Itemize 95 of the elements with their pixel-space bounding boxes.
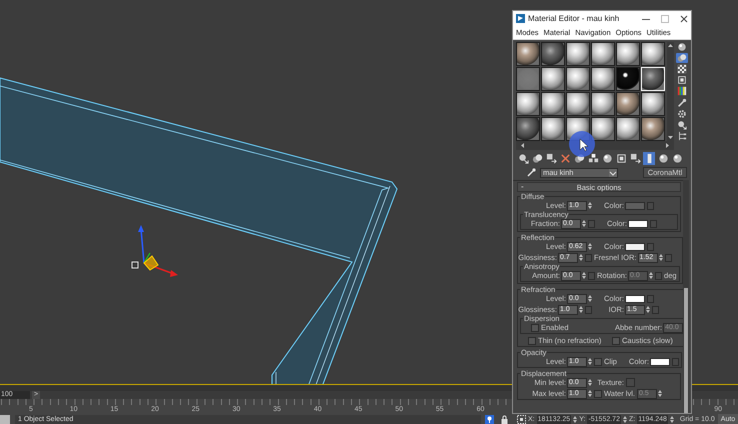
spinner-arrows-icon[interactable] xyxy=(579,305,583,314)
gear-button[interactable] xyxy=(676,108,688,119)
right-arrow-icon[interactable] xyxy=(664,141,671,150)
color-swatch[interactable] xyxy=(650,358,670,366)
spinner-arrows-icon[interactable] xyxy=(588,378,592,387)
spinner-arrows-icon[interactable] xyxy=(658,253,663,262)
app-icon xyxy=(516,14,525,23)
x-button[interactable] xyxy=(559,152,571,165)
color-swatch[interactable] xyxy=(625,202,645,210)
box-arrow-button[interactable] xyxy=(545,152,557,165)
material-slot[interactable] xyxy=(616,117,640,141)
sphere-button[interactable] xyxy=(657,152,669,165)
material-slot[interactable] xyxy=(591,42,615,66)
material-slot[interactable] xyxy=(541,92,565,116)
tree-button[interactable] xyxy=(676,130,688,141)
material-slot[interactable] xyxy=(591,92,615,116)
material-slot[interactable] xyxy=(541,67,565,91)
material-slot[interactable] xyxy=(616,42,640,66)
material-slot[interactable] xyxy=(591,67,615,91)
color-swatch[interactable] xyxy=(628,220,648,228)
material-slot[interactable] xyxy=(591,117,615,141)
spinner-arrows-icon[interactable] xyxy=(622,414,627,424)
spheres-button[interactable] xyxy=(676,53,688,64)
sphere-arrow-button[interactable] xyxy=(517,152,529,165)
material-slot[interactable] xyxy=(541,117,565,141)
bar-button[interactable] xyxy=(643,152,655,165)
eyedropper-icon[interactable] xyxy=(527,168,536,177)
lock-icon[interactable] xyxy=(500,414,509,424)
spinner-arrows-icon[interactable] xyxy=(646,305,650,314)
x-icon xyxy=(560,153,570,164)
color-swatch[interactable] xyxy=(625,294,645,302)
box-arrow-icon xyxy=(546,153,556,164)
spinner-arrows-icon[interactable] xyxy=(588,357,592,366)
sphere-button[interactable] xyxy=(601,152,613,165)
square-button[interactable] xyxy=(676,75,688,86)
spheres-icon xyxy=(677,53,687,64)
checker-icon xyxy=(677,64,687,74)
color-bars-icon xyxy=(677,86,687,96)
mouse-pointer-overlay xyxy=(568,130,596,158)
material-slot[interactable] xyxy=(516,92,540,116)
scrollbar-thumb[interactable] xyxy=(684,288,688,413)
cubes-icon xyxy=(588,153,598,164)
spinner-arrows-icon[interactable] xyxy=(649,271,654,280)
down-arrow-icon[interactable] xyxy=(667,134,674,141)
spinner-arrows-icon[interactable] xyxy=(579,253,583,262)
material-slot[interactable] xyxy=(641,117,665,141)
sphere-icon xyxy=(672,153,682,164)
sphere-arrow-button[interactable] xyxy=(676,120,688,130)
gear-icon xyxy=(677,108,687,119)
spinner-arrows-icon[interactable] xyxy=(588,389,592,398)
color-swatch[interactable] xyxy=(625,242,645,250)
spinner-arrows-icon[interactable] xyxy=(573,414,578,424)
transform-gizmo-drawing xyxy=(130,225,180,280)
material-slot[interactable] xyxy=(566,67,590,91)
spinner-arrows-icon[interactable] xyxy=(670,414,674,424)
spinner-arrows-icon[interactable] xyxy=(588,242,592,251)
left-arrow-icon[interactable] xyxy=(519,141,526,150)
cubes-button[interactable] xyxy=(587,152,599,165)
sphere-icon xyxy=(677,42,687,52)
collapse-toggle[interactable]: - xyxy=(521,183,524,191)
key-icon[interactable] xyxy=(485,414,494,424)
spinner-arrows-icon[interactable] xyxy=(658,389,662,398)
square-button[interactable] xyxy=(615,152,627,165)
close-icon[interactable] xyxy=(680,14,688,22)
spinner-arrows-icon[interactable] xyxy=(582,271,586,280)
tree-icon xyxy=(677,130,687,141)
spinner-arrows-icon[interactable] xyxy=(588,201,592,210)
color-bars-button[interactable] xyxy=(676,86,688,97)
material-slot[interactable] xyxy=(566,92,590,116)
material-slot[interactable] xyxy=(616,67,640,91)
material-slot[interactable] xyxy=(641,92,665,116)
selection-icon[interactable] xyxy=(517,414,526,424)
sphere-button[interactable] xyxy=(671,152,683,165)
material-slot[interactable] xyxy=(566,42,590,66)
material-slot[interactable] xyxy=(516,42,540,66)
dropdown-caret-icon[interactable] xyxy=(609,168,617,176)
spheres-button[interactable] xyxy=(531,152,543,165)
box-arrow-icon xyxy=(630,153,640,164)
checker-button[interactable] xyxy=(676,64,688,74)
box-arrow-button[interactable] xyxy=(629,152,641,165)
window-title: Material Editor - mau kinh xyxy=(528,14,620,23)
square-icon xyxy=(616,153,626,164)
sphere-icon xyxy=(602,153,612,164)
material-slot[interactable] xyxy=(616,92,640,116)
wrench-icon xyxy=(677,98,687,108)
wrench-button[interactable] xyxy=(676,98,688,108)
spheres-icon xyxy=(532,153,542,164)
spinner-arrows-icon[interactable] xyxy=(588,294,592,303)
spinner-arrows-icon[interactable] xyxy=(582,219,586,228)
sphere-button[interactable] xyxy=(676,42,688,52)
up-arrow-icon[interactable] xyxy=(667,42,674,49)
material-slot[interactable] xyxy=(641,42,665,66)
sphere-icon xyxy=(658,153,668,164)
square-icon xyxy=(677,75,687,86)
script-button[interactable] xyxy=(0,414,10,424)
